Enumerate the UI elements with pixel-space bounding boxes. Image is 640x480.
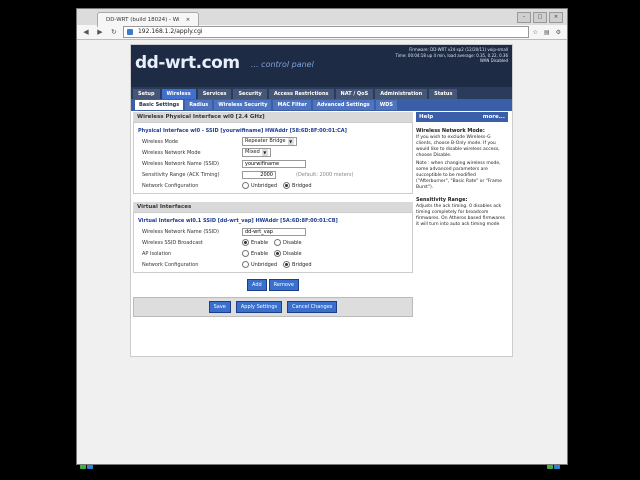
close-window-icon[interactable]: × (549, 11, 563, 23)
wrench-icon[interactable]: ⚙ (556, 29, 561, 36)
nav-access-restrictions[interactable]: Access Restrictions (268, 89, 334, 99)
help-text: Adjusts the ack timing. 0 disables ack t… (416, 204, 505, 227)
help-title: Help (419, 114, 434, 120)
firmware-info: Firmware: DD-WRT v24-sp2 (12/20/11) voip… (409, 47, 508, 52)
address-bar[interactable]: 192.168.1.2/apply.cgi (122, 26, 529, 38)
physical-section: Physical Interface wl0 - SSID [yourwifin… (133, 122, 413, 194)
main-nav: Setup Wireless Services Security Access … (131, 87, 512, 99)
page-viewport: dd-wrt.com ... control panel Firmware: D… (77, 40, 567, 464)
unbridged-radio[interactable] (242, 182, 249, 189)
add-button[interactable]: Add (247, 279, 267, 291)
broadcast-enable-radio[interactable] (242, 239, 249, 246)
sensitivity-input[interactable] (242, 170, 276, 179)
broadcast-disable-radio[interactable] (274, 239, 282, 246)
physical-iface-title: Physical Interface wl0 - SSID [yourwifin… (138, 128, 347, 134)
network-mode-value: Mixed (245, 149, 260, 155)
network-mode-select[interactable]: Mixed ▼ (242, 148, 271, 157)
bridged-label: Bridged (292, 261, 312, 268)
chevron-down-icon: ▼ (287, 138, 294, 145)
bridged-label: Bridged (292, 182, 312, 189)
vap-bridged-radio[interactable] (283, 261, 291, 268)
ddwrt-logo: dd-wrt.com (135, 53, 240, 73)
apply-settings-button[interactable]: Apply Settings (235, 301, 283, 313)
ap-disable-radio[interactable] (274, 250, 282, 257)
nav-setup[interactable]: Setup (133, 89, 160, 99)
router-header: dd-wrt.com ... control panel Firmware: D… (131, 45, 512, 87)
help-note: Note : when changing wireless mode, some… (416, 161, 502, 190)
nav-nat-qos[interactable]: NAT / QoS (335, 89, 374, 99)
unbridged-label: Unbridged (251, 182, 278, 189)
vap-network-config-label: Network Configuration (142, 261, 199, 268)
tab-advanced-settings[interactable]: Advanced Settings (312, 100, 374, 110)
tab-title: DD-WRT (build 18024) - Wi (106, 16, 180, 23)
forward-icon[interactable]: ▶ (95, 27, 105, 37)
page-menu-icon[interactable]: ▤ (544, 29, 550, 36)
disable-label: Disable (283, 239, 302, 246)
remove-button[interactable]: Remove (268, 279, 299, 291)
reload-icon[interactable]: ↻ (109, 27, 119, 37)
browser-window: DD-WRT (build 18024) - Wi × – □ × ◀ ▶ ↻ … (76, 8, 568, 465)
vap-ssid-input[interactable] (242, 227, 306, 236)
tab-wireless-security[interactable]: Wireless Security (214, 100, 272, 110)
virtual-iface-title: Virtual Interface wl0.1 SSID [dd-wrt_vap… (138, 218, 338, 224)
browser-titlebar: DD-WRT (build 18024) - Wi × – □ × (77, 9, 567, 27)
disable-label: Disable (283, 250, 302, 257)
back-icon[interactable]: ◀ (81, 27, 91, 37)
save-button[interactable]: Save (208, 301, 231, 313)
star-icon[interactable]: ☆ (533, 29, 538, 36)
physical-section-title: Wireless Physical Interface wl0 [2.4 GHz… (133, 112, 413, 122)
page-icon (126, 29, 133, 35)
sensitivity-default-note: (Default: 2000 meters) (296, 171, 354, 178)
tab-wds[interactable]: WDS (375, 100, 398, 110)
maximize-icon[interactable]: □ (533, 11, 547, 23)
enable-label: Enable (251, 250, 269, 257)
help-text: If you wish to exclude Wireless-G client… (416, 135, 500, 158)
logo-subtitle: ... control panel (251, 60, 314, 69)
vap-unbridged-radio[interactable] (242, 261, 249, 268)
enable-label: Enable (251, 239, 269, 246)
browser-tab[interactable]: DD-WRT (build 18024) - Wi × (97, 11, 200, 27)
help-more-link[interactable]: more... (483, 114, 505, 120)
ssid-broadcast-label: Wireless SSID Broadcast (142, 239, 203, 246)
ap-enable-radio[interactable] (242, 250, 249, 257)
wireless-mode-select[interactable]: Repeater Bridge ▼ (242, 137, 297, 146)
router-page: dd-wrt.com ... control panel Firmware: D… (130, 44, 513, 357)
settings-content: Wireless Physical Interface wl0 [2.4 GHz… (133, 112, 413, 317)
cancel-changes-button[interactable]: Cancel Changes (287, 301, 338, 313)
url-text: 192.168.1.2/apply.cgi (137, 28, 203, 35)
nav-wireless[interactable]: Wireless (161, 89, 196, 99)
tab-mac-filter[interactable]: MAC Filter (273, 100, 311, 110)
minimize-icon[interactable]: – (517, 11, 531, 23)
nav-security[interactable]: Security (233, 89, 267, 99)
unbridged-label: Unbridged (251, 261, 278, 268)
vap-ssid-label: Wireless Network Name (SSID) (142, 228, 219, 235)
network-config-label: Network Configuration (142, 182, 199, 189)
help-heading-network-mode: Wireless Network Mode: (416, 128, 485, 134)
virtual-section: Virtual Interface wl0.1 SSID [dd-wrt_vap… (133, 212, 413, 273)
nav-services[interactable]: Services (197, 89, 232, 99)
chevron-down-icon: ▼ (261, 149, 268, 156)
wireless-mode-value: Repeater Bridge (245, 138, 286, 144)
ssid-input[interactable] (242, 159, 306, 168)
sensitivity-label: Sensitivity Range (ACK Timing) (142, 171, 220, 178)
action-bar: Save Apply Settings Cancel Changes (133, 297, 413, 317)
nav-status[interactable]: Status (429, 89, 458, 99)
network-mode-label: Wireless Network Mode (142, 149, 201, 156)
virtual-section-title: Virtual Interfaces (133, 202, 413, 212)
wan-status: WAN Disabled (479, 58, 508, 63)
wireless-mode-label: Wireless Mode (142, 138, 179, 145)
bridged-radio[interactable] (283, 182, 291, 189)
tab-radius[interactable]: Radius (185, 100, 213, 110)
ssid-label: Wireless Network Name (SSID) (142, 160, 219, 167)
sub-nav: Basic Settings Radius Wireless Security … (131, 99, 512, 111)
help-panel: Help more... Wireless Network Mode: If y… (416, 112, 508, 230)
nav-administration[interactable]: Administration (375, 89, 428, 99)
browser-toolbar: ◀ ▶ ↻ 192.168.1.2/apply.cgi ☆ ▤ ⚙ (77, 25, 567, 40)
close-icon[interactable]: × (186, 17, 191, 23)
ap-isolation-label: AP Isolation (142, 250, 172, 257)
help-heading-sensitivity: Sensitivity Range: (416, 197, 468, 203)
tab-basic-settings[interactable]: Basic Settings (135, 100, 184, 110)
